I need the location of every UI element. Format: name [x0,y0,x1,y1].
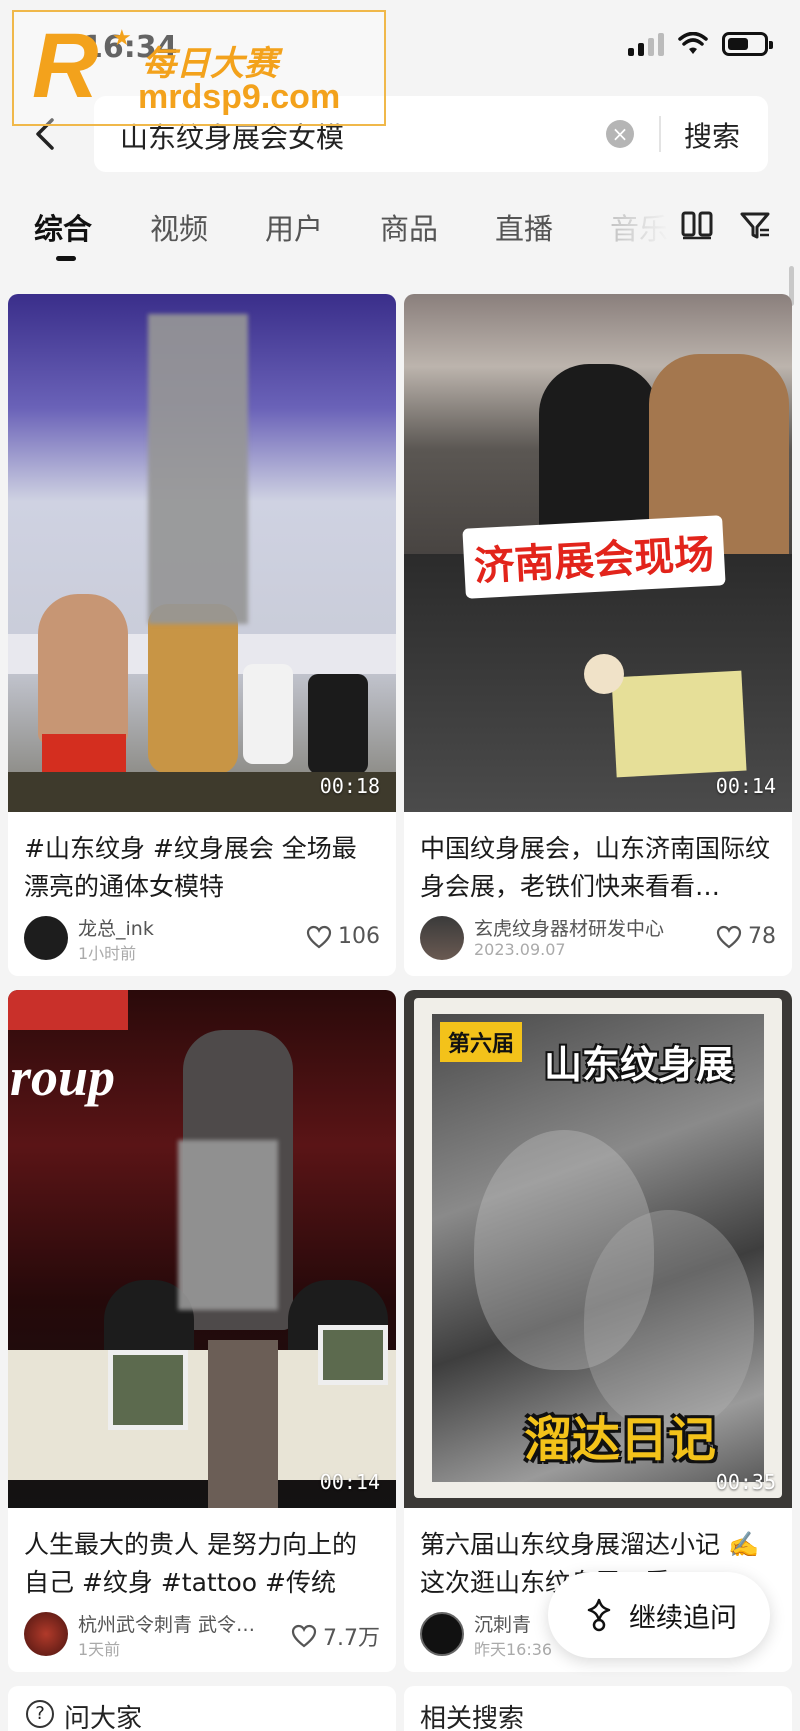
like-count-value: 7.7万 [323,1626,380,1651]
video-duration: 00:14 [715,774,776,798]
avatar[interactable] [24,1612,68,1656]
ask-everyone-label: 问大家 [64,1704,143,1731]
tab-comprehensive[interactable]: 综合 [34,206,92,248]
clear-icon[interactable]: × [606,120,634,148]
grid-layout-icon[interactable] [680,210,714,240]
cellular-signal-icon [628,32,664,56]
wifi-icon [678,32,708,54]
video-overlay-text: 济南展会现场 [462,515,726,599]
tab-video[interactable]: 视频 [150,206,208,248]
card-meta: 杭州武令刺青 武令… 1天前 7.7万 [8,1602,396,1672]
avatar[interactable] [420,1612,464,1656]
author-name[interactable]: 玄虎纹身器材研发中心 [474,914,664,941]
tab-live[interactable]: 直播 [495,206,553,248]
filter-icon[interactable] [738,208,772,242]
ask-everyone-card[interactable]: ? 问大家 [8,1686,396,1731]
result-card[interactable]: 第六届 山东纹身展 溜达日记 00:35 第六届山东纹身展溜达小记 ✍️ 这次逛… [404,990,792,1672]
card-title[interactable]: 人生最大的贵人 是努力向上的自己 #纹身 #tattoo #传统纹… [8,1508,396,1602]
result-card[interactable]: 00:18 #山东纹身 #纹身展会 全场最漂亮的通体女模特 龙总_ink 1小时… [8,294,396,976]
heart-icon [716,925,742,948]
video-thumbnail[interactable]: roup 00:14 [8,990,396,1508]
bottom-partial-row: ? 问大家 相关搜索 [0,1686,800,1731]
search-divider [659,116,661,152]
author-name[interactable]: 沉刺青 [474,1610,531,1637]
overlay-badge: 第六届 [440,1022,523,1062]
author-name[interactable]: 杭州武令刺青 武令… [78,1610,255,1637]
tab-users[interactable]: 用户 [265,206,323,248]
result-card[interactable]: 济南展会现场 00:14 中国纹身展会，山东济南国际纹身会展，老铁们快来看看… … [404,294,792,976]
related-search-card[interactable]: 相关搜索 [404,1686,792,1731]
result-card[interactable]: roup 00:14 人生最大的贵人 是努力向上的自己 #纹身 #tattoo … [8,990,396,1672]
card-meta: 玄虎纹身器材研发中心 2023.09.07 78 [404,906,792,976]
watermark-logo: R ★ 每日大赛 mrdsp9.com [12,10,386,126]
like-count[interactable]: 7.7万 [291,1620,380,1652]
video-duration: 00:18 [319,774,380,798]
question-icon: ? [26,1700,54,1728]
like-count[interactable]: 78 [716,924,776,949]
post-time: 1天前 [78,1640,121,1659]
search-button[interactable]: 搜索 [684,115,740,155]
author-name[interactable]: 龙总_ink [78,914,154,941]
post-time: 2023.09.07 [474,940,566,959]
ai-sparkle-icon [587,1598,611,1632]
status-icons [628,32,773,56]
video-duration: 00:35 [715,1470,776,1494]
card-title[interactable]: 中国纹身展会，山东济南国际纹身会展，老铁们快来看看… [404,812,792,906]
post-time: 昨天16:36 [474,1640,553,1659]
result-tabs: 综合 视频 用户 商品 直播 音乐 [0,198,800,268]
battery-icon [722,32,773,56]
watermark-url: mrdsp9.com [138,78,341,116]
video-thumbnail[interactable]: 济南展会现场 00:14 [404,294,792,812]
avatar[interactable] [24,916,68,960]
heart-icon [306,925,332,948]
video-duration: 00:14 [319,1470,380,1494]
active-tab-indicator [56,256,76,261]
tab-fade [600,198,670,258]
like-count-value: 78 [748,924,776,949]
video-thumbnail[interactable]: 00:18 [8,294,396,812]
video-overlay-text: roup [10,1047,116,1107]
continue-ask-label: 继续追问 [629,1602,737,1634]
like-count[interactable]: 106 [306,924,380,949]
card-meta: 龙总_ink 1小时前 106 [8,906,396,976]
like-count-value: 106 [338,924,380,949]
overlay-bottom-text: 溜达日记 [524,1412,717,1468]
avatar[interactable] [420,916,464,960]
heart-icon [291,1624,317,1648]
continue-ask-button[interactable]: 继续追问 [548,1572,770,1658]
post-time: 1小时前 [78,944,137,963]
overlay-title: 山东纹身展 [544,1043,735,1087]
video-thumbnail[interactable]: 第六届 山东纹身展 溜达日记 00:35 [404,990,792,1508]
card-title[interactable]: #山东纹身 #纹身展会 全场最漂亮的通体女模特 [8,812,396,906]
related-search-label: 相关搜索 [420,1704,525,1731]
tab-products[interactable]: 商品 [380,206,438,248]
